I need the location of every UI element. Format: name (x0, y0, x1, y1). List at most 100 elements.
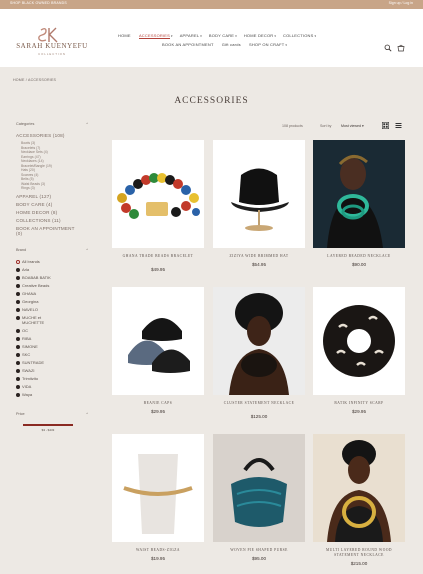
cart-icon[interactable] (397, 44, 405, 52)
hat-image (231, 168, 289, 231)
subcategory-item[interactable]: Rings (3) (21, 186, 35, 190)
radio-icon (16, 291, 20, 296)
radio-icon (16, 352, 20, 357)
radio-icon (16, 368, 20, 373)
product-card[interactable]: BATIK INFINITY SCARF $29.95 (313, 287, 405, 422)
subcategory-item[interactable]: Scarves (4) (21, 173, 38, 177)
subcategory-item[interactable]: Bracelet/Bangle (19) (21, 164, 52, 168)
product-title[interactable]: GHANA TRADE BEADS BRACELET (112, 254, 204, 259)
category-home-decor[interactable]: HOME DECOR (8) (16, 210, 57, 215)
product-title[interactable]: WAIST BEADS-ZIGZA (112, 548, 204, 553)
categories-heading-label: Categories (16, 122, 35, 126)
nav-row-secondary: BOOK AN APPOINTMENT Gift cards SHOP ON C… (162, 42, 287, 50)
grid-view-icon[interactable] (382, 122, 389, 129)
nav-item-home-decor[interactable]: HOME DECOR (244, 33, 274, 38)
category-apparel[interactable]: APPAREL (127) (16, 194, 51, 199)
radio-icon (16, 384, 20, 389)
radio-icon (16, 275, 20, 280)
category-body-care[interactable]: BODY CARE (4) (16, 202, 52, 207)
product-image[interactable] (213, 287, 305, 395)
product-card[interactable]: GHANA TRADE BEADS BRACELET $49.95 (112, 140, 204, 275)
product-card[interactable]: WOVEN PIE SHAPED PURSE $95.00 (213, 434, 305, 569)
nav-item-collections[interactable]: COLLECTIONS (283, 33, 313, 38)
product-price: $215.00 (350, 561, 368, 566)
subcategory-item[interactable]: Earrings (47) (21, 155, 41, 159)
product-title[interactable]: BEANIE CAPS (112, 401, 204, 406)
product-image[interactable] (112, 287, 204, 395)
radio-icon (16, 392, 20, 397)
list-view-icon[interactable] (395, 122, 402, 129)
chevron-down-icon: ▾ (285, 43, 287, 47)
category-book-appointment[interactable]: BOOK AN APPOINTMENT (0) (16, 226, 76, 236)
logo-mark-icon (38, 27, 58, 43)
product-image[interactable] (313, 140, 405, 248)
nav-item-body-care[interactable]: BODY CARE (209, 33, 234, 38)
nav-item-home[interactable]: HOME (118, 33, 131, 38)
nav-row-primary: HOME ACCESSORIES▾ APPAREL▾ BODY CARE▾ HO… (118, 33, 316, 41)
nav-item-apparel[interactable]: APPAREL (180, 33, 200, 38)
search-icon[interactable] (384, 44, 392, 52)
sort-select[interactable]: Most viewed ▾ (341, 124, 364, 128)
product-card[interactable]: WAIST BEADS-ZIGZA $19.95 (112, 434, 204, 569)
sort-label: Sort by (320, 124, 332, 128)
subcategory-item[interactable]: Hats (20) (21, 168, 35, 172)
product-title[interactable]: ZIZIYA WIDE BRIMMED HAT (213, 254, 305, 259)
price-range-slider[interactable] (23, 424, 73, 426)
category-accessories[interactable]: ACCESSORIES (108) (16, 133, 65, 138)
product-card[interactable]: LAYERED BEADED NECKLACE $90.00 (313, 140, 405, 275)
price-range-label: $3 - $433 (41, 428, 55, 432)
announcement-bar: SHOP BLACK OWNED BRANDS Sign up / Log in (0, 0, 423, 9)
nav-item-accessories[interactable]: ACCESSORIES (138, 33, 171, 39)
product-price: $29.95 (351, 409, 367, 414)
product-title[interactable]: CLUSTER STATEMENT NECKLACE (213, 401, 305, 406)
radio-icon (16, 360, 20, 365)
product-card[interactable]: MULTI LAYERED ROUND WOOD STATEMENT NECKL… (313, 434, 405, 569)
subcategory-item[interactable]: Bracelets (7) (21, 146, 40, 150)
announcement-text: SHOP BLACK OWNED BRANDS (10, 1, 67, 5)
waist-beads-image (123, 454, 193, 534)
product-image[interactable] (112, 434, 204, 542)
subcategory-item[interactable]: Necklace Sets (4) (21, 150, 48, 154)
product-image[interactable] (112, 140, 204, 248)
price-heading[interactable]: Price ^ (16, 412, 90, 418)
product-title[interactable]: MULTI LAYERED ROUND WOOD STATEMENT NECKL… (313, 548, 405, 557)
brand-heading[interactable]: Brand ^ (16, 248, 90, 254)
subcategory-item[interactable]: Bowls (3) (21, 141, 35, 145)
product-card[interactable]: BEANIE CAPS $29.95 (112, 287, 204, 422)
nav-item-gift-cards[interactable]: Gift cards (222, 42, 241, 47)
radio-icon (16, 267, 20, 272)
logo[interactable]: SARAH KUENYEFU COLLECTION (12, 27, 92, 63)
category-collections[interactable]: COLLECTIONS (11) (16, 218, 61, 223)
product-title[interactable]: LAYERED BEADED NECKLACE (313, 254, 405, 259)
radio-icon (16, 283, 20, 288)
product-image[interactable] (213, 140, 305, 248)
wood-necklace-model-image (327, 440, 391, 542)
site-header: SARAH KUENYEFU COLLECTION HOME ACCESSORI… (0, 9, 423, 67)
account-link[interactable]: Sign up / Log in (389, 1, 413, 5)
product-image[interactable] (213, 434, 305, 542)
subcategory-item[interactable]: Waist Beads (3) (21, 182, 45, 186)
necklace-model-image (327, 155, 383, 248)
nav-item-shop-on-craft[interactable]: SHOP ON CRAFT (249, 42, 284, 47)
chevron-down-icon: ▾ (200, 34, 202, 38)
chevron-down-icon: ▾ (274, 34, 276, 38)
product-card[interactable]: CLUSTER STATEMENT NECKLACE $125.00 (213, 287, 305, 422)
product-card[interactable]: ZIZIYA WIDE BRIMMED HAT $54.95 (213, 140, 305, 275)
product-title[interactable]: WOVEN PIE SHAPED PURSE (213, 548, 305, 553)
purse-image (231, 458, 287, 527)
price-heading-label: Price (16, 412, 25, 416)
product-image[interactable] (313, 287, 405, 395)
subcategory-item[interactable]: Belts (5) (21, 177, 34, 181)
product-price: $29.95 (150, 409, 166, 414)
nav-item-book-appointment[interactable]: BOOK AN APPOINTMENT (162, 42, 214, 47)
chevron-down-icon: ▾ (314, 34, 316, 38)
chevron-down-icon: ▾ (171, 34, 173, 38)
cluster-necklace-image (229, 293, 289, 395)
product-title[interactable]: BATIK INFINITY SCARF (313, 401, 405, 406)
subcategory-item[interactable]: Necklaces (14) (21, 159, 44, 163)
breadcrumb[interactable]: HOME / ACCESSORIES (13, 78, 56, 82)
product-price: $19.95 (150, 556, 166, 561)
product-image[interactable] (313, 434, 405, 542)
radio-icon (16, 315, 20, 320)
categories-heading[interactable]: Categories ^ (16, 122, 90, 128)
